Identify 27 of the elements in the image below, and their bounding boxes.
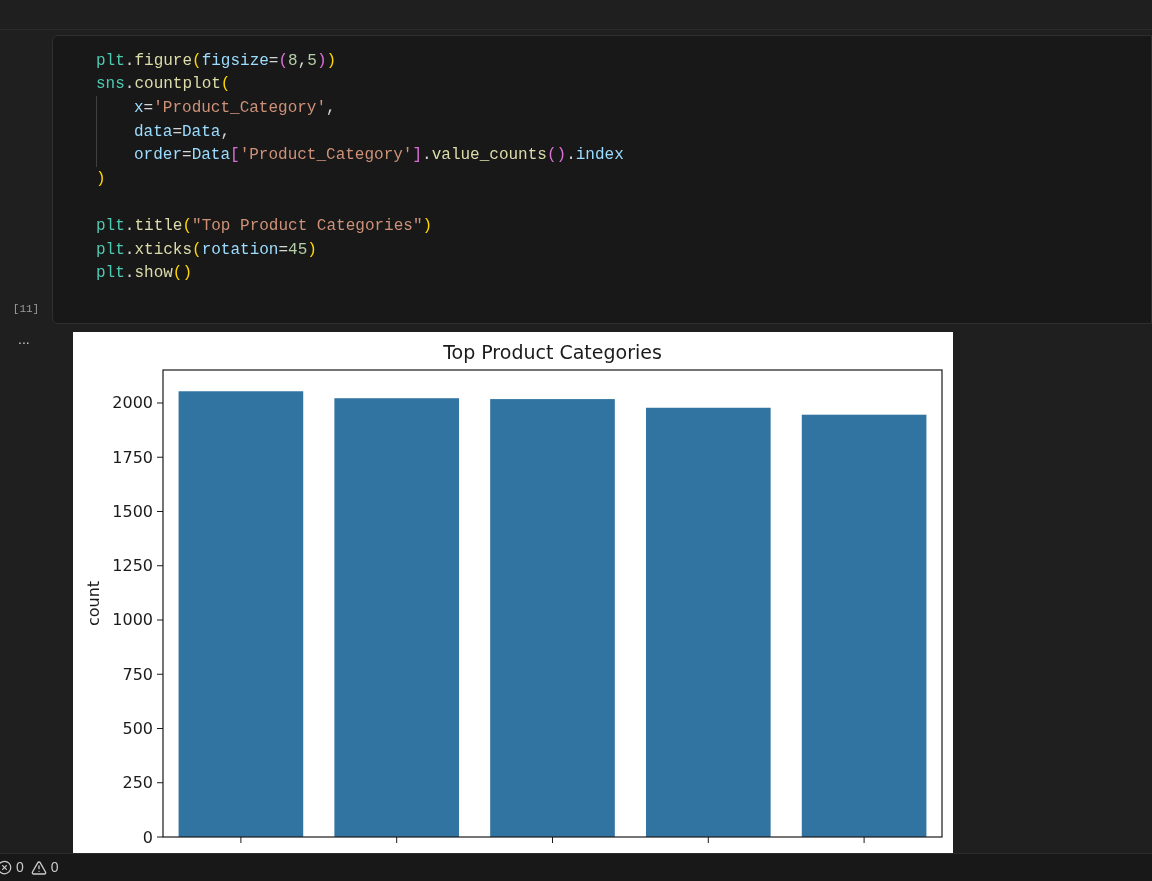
y-tick-label: 750 <box>122 664 153 684</box>
error-count: 0 <box>16 858 24 877</box>
y-tick-label: 1250 <box>112 556 153 576</box>
code-line: ) <box>96 168 106 190</box>
code-line: data=Data, <box>134 121 231 143</box>
y-tick-label: 2000 <box>112 393 153 413</box>
y-tick-label: 0 <box>142 827 153 847</box>
y-tick-label: 1000 <box>112 610 153 630</box>
code-line: sns.countplot( <box>96 74 231 96</box>
code-line: plt.title("Top Product Categories") <box>96 215 433 237</box>
execution-count: [11] <box>12 302 40 318</box>
y-tick-label: 250 <box>122 773 153 793</box>
error-icon <box>0 860 12 875</box>
y-axis-label: count <box>84 580 103 626</box>
code-line: plt.xticks(rotation=45) <box>96 239 317 261</box>
warning-count: 0 <box>50 858 59 877</box>
y-tick-label: 500 <box>122 718 153 738</box>
code-line: x='Product_Category', <box>134 98 336 119</box>
code-line: order=Data['Product_Category'].value_counts().index <box>134 145 624 167</box>
output-more-button[interactable]: ... <box>18 331 30 346</box>
warning-icon <box>30 859 47 876</box>
code-cell[interactable]: plt.figure(figsize=(8,5)) sns.countplot( x='Product_Category', data=Data, order=Data['Product_Category'].value_counts().index ) plt.title("Top Product Categories") plt.xticks(rotation=45) plt.show() <box>52 35 1152 324</box>
y-tick-label: 1750 <box>112 447 153 467</box>
y-tick-label: 1500 <box>112 501 153 521</box>
chart-title: Top Product Categories <box>443 340 662 363</box>
code-line: plt.figure(figsize=(8,5)) <box>96 50 337 72</box>
code-line: plt.show() <box>96 263 193 285</box>
